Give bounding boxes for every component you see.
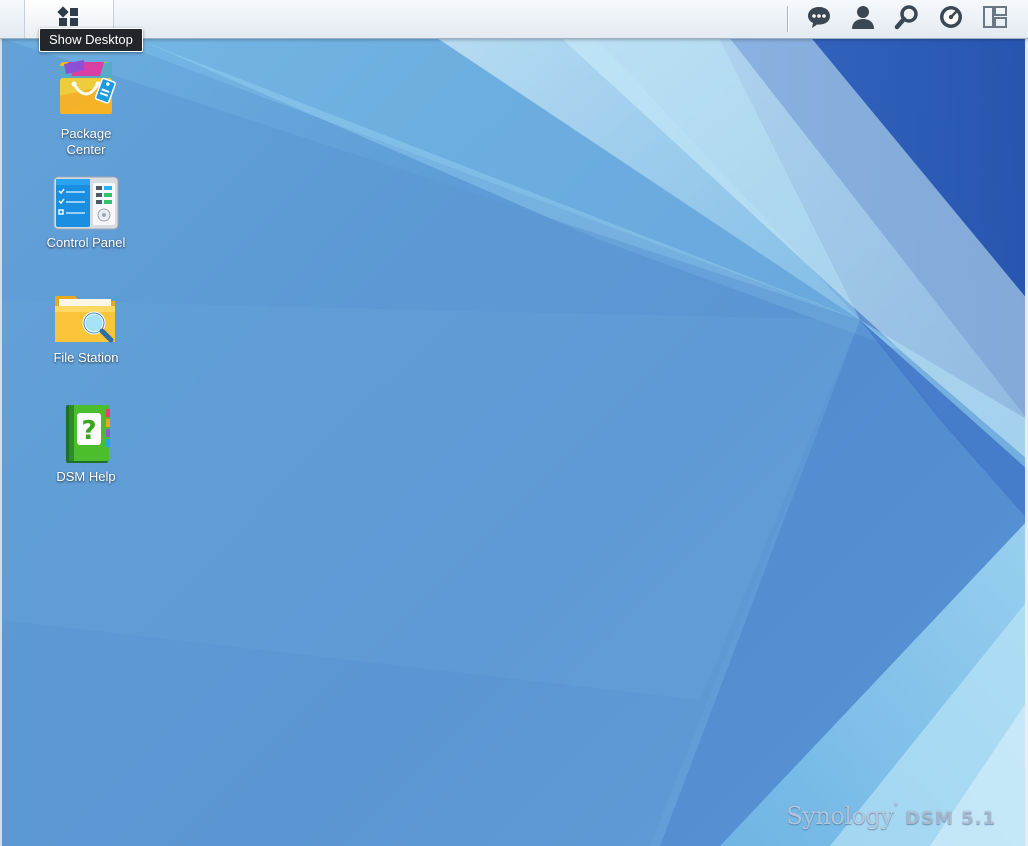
window-edge-left [0, 38, 2, 846]
control-panel-icon [31, 175, 141, 231]
notifications-button[interactable] [806, 6, 832, 32]
file-station-icon [31, 290, 141, 346]
widgets-button[interactable] [982, 4, 1008, 35]
desktop-item-label: Control Panel [46, 235, 126, 250]
desktop-item-package-center[interactable]: Package Center [31, 56, 141, 158]
user-icon [850, 4, 876, 35]
brand-name: Synology [786, 802, 894, 830]
chat-icon [806, 4, 832, 35]
desktop-item-dsm-help[interactable]: ? DSM Help [31, 403, 141, 485]
desktop-item-label: Package Center [60, 126, 112, 157]
desktop-item-control-panel[interactable]: Control Panel [31, 175, 141, 251]
show-desktop-tooltip: Show Desktop [39, 28, 143, 52]
search-icon [894, 4, 920, 35]
desktop[interactable]: Package Center Control Panel File Statio… [0, 0, 1028, 846]
package-center-icon [31, 56, 141, 122]
desktop-item-label: File Station [53, 350, 119, 365]
user-options-button[interactable] [850, 4, 876, 35]
synology-dsm-watermark: Synology° DSM 5.1 [786, 802, 996, 830]
taskbar [0, 0, 1028, 39]
desktop-item-file-station[interactable]: File Station [31, 290, 141, 366]
brand-version: DSM 5.1 [905, 808, 996, 829]
gauge-icon [938, 4, 964, 35]
wallpaper [0, 0, 1028, 846]
taskbar-separator [787, 6, 788, 32]
resource-monitor-button[interactable] [938, 4, 964, 35]
desktop-item-label: DSM Help [56, 469, 116, 484]
widgets-icon [982, 4, 1008, 35]
dsm-help-icon: ? [31, 403, 141, 465]
search-button[interactable] [894, 4, 920, 35]
svg-text:?: ? [81, 416, 96, 446]
